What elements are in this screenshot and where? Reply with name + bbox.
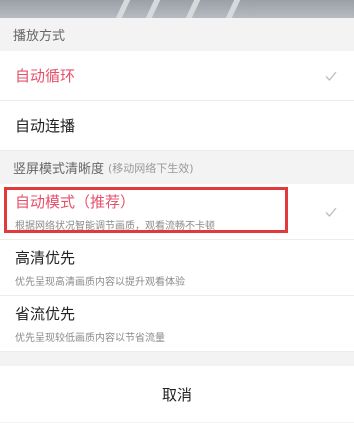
option-auto-loop[interactable]: 自动循环: [0, 51, 354, 101]
option-auto-mode[interactable]: 自动模式（推荐） 根据网络状况智能调节画质，观看流畅不卡顿: [0, 184, 354, 240]
option-data-saver-label: 省流优先: [15, 305, 76, 323]
cancel-button[interactable]: 取消: [0, 366, 354, 422]
option-auto-mode-label: 自动模式（推荐）: [15, 193, 136, 211]
clarity-header-note: (移动网络下生效): [108, 161, 194, 175]
option-auto-play-next[interactable]: 自动连播: [0, 101, 354, 151]
clarity-header-label: 竖屏模式清晰度: [13, 162, 105, 177]
check-icon: [325, 71, 337, 81]
clarity-header: 竖屏模式清晰度 (移动网络下生效): [0, 151, 354, 184]
option-auto-loop-label: 自动循环: [15, 67, 76, 85]
check-icon: [325, 207, 337, 217]
option-auto-play-next-label: 自动连播: [15, 117, 76, 135]
spacer: [0, 352, 354, 366]
play-mode-header-label: 播放方式: [13, 29, 66, 44]
play-mode-header: 播放方式: [0, 18, 354, 51]
playback-settings-sheet: 播放方式 自动循环 自动连播 竖屏模式清晰度 (移动网络下生效) 自动模式（推荐…: [0, 18, 354, 423]
background-image-strip: [0, 0, 354, 18]
option-hd-first-label: 高清优先: [15, 249, 76, 267]
option-hd-first-desc: 优先呈现高清画质内容以提升观看体验: [15, 277, 185, 288]
option-data-saver-desc: 优先呈现较低画质内容以节省流量: [15, 333, 165, 344]
option-data-saver[interactable]: 省流优先 优先呈现较低画质内容以节省流量: [0, 296, 354, 352]
option-hd-first[interactable]: 高清优先 优先呈现高清画质内容以提升观看体验: [0, 240, 354, 296]
option-auto-mode-desc: 根据网络状况智能调节画质，观看流畅不卡顿: [15, 221, 215, 232]
